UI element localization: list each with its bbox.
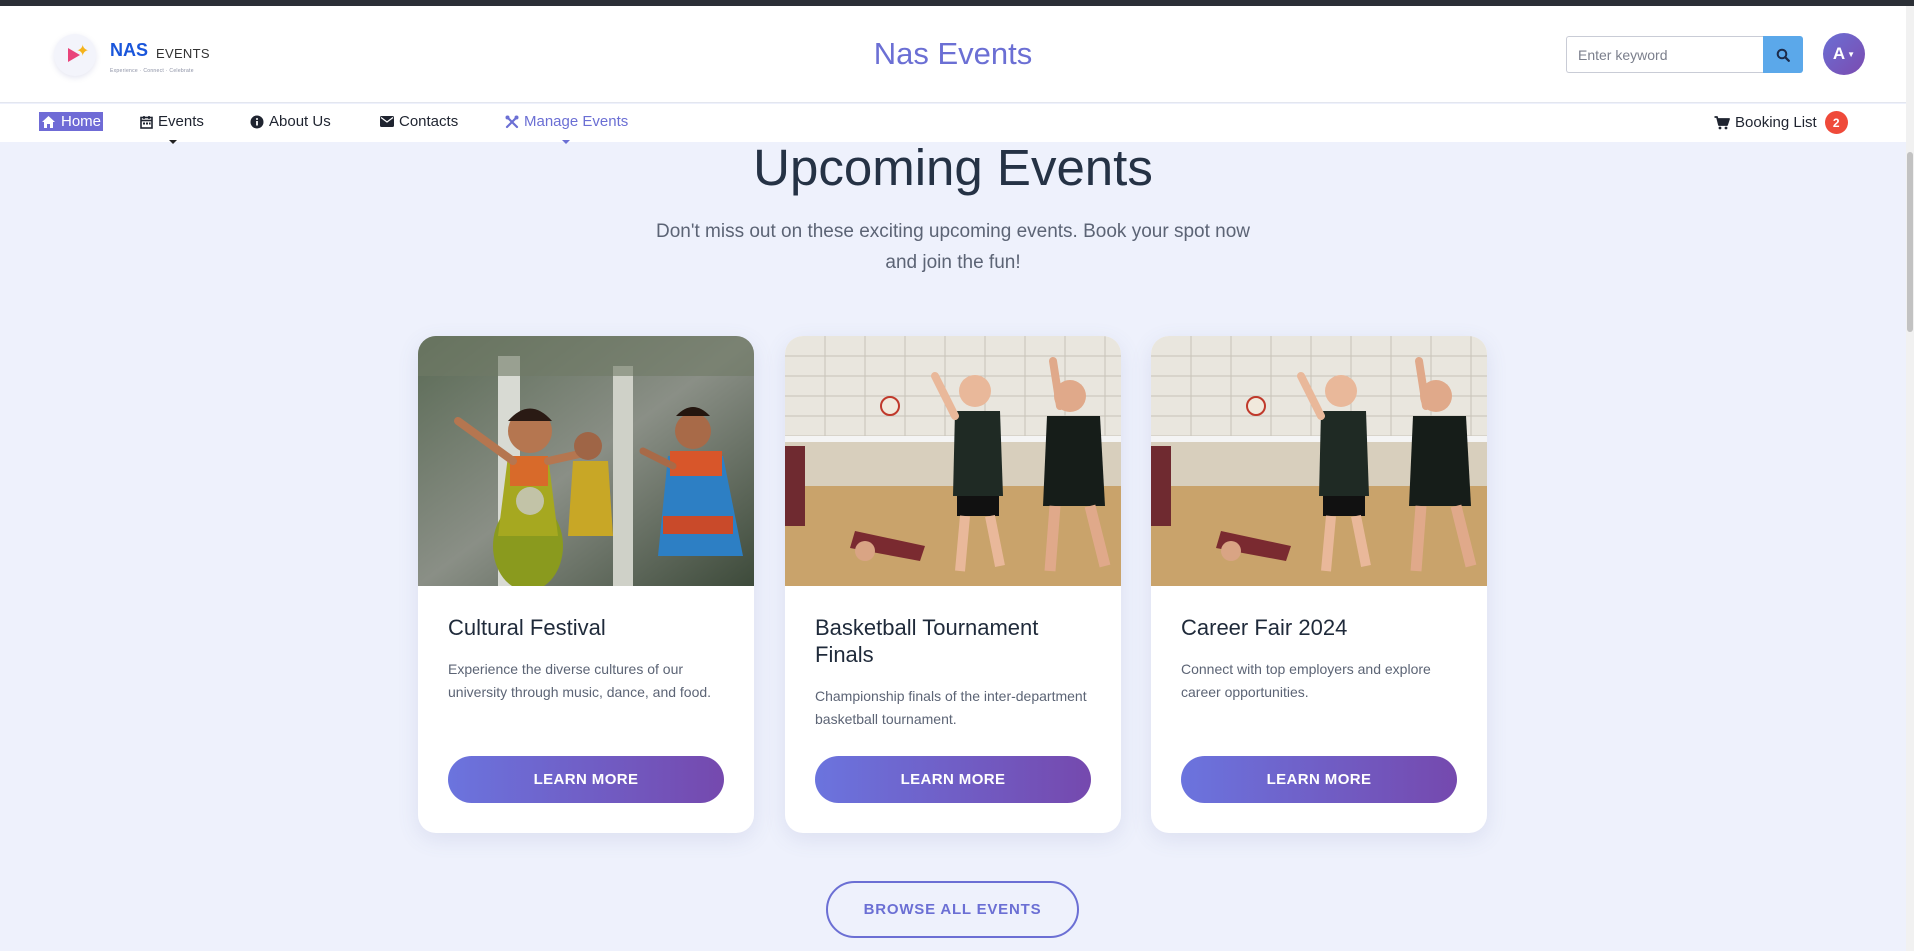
section-subtext: Don't miss out on these exciting upcomin… xyxy=(655,221,1250,273)
nav-item-label: Home xyxy=(61,113,102,130)
browse-all-events-button[interactable]: BROWSE ALL EVENTS xyxy=(826,881,1079,938)
search-button[interactable] xyxy=(1763,36,1803,73)
booking-list-label: Booking List xyxy=(1735,114,1817,131)
info-icon xyxy=(250,115,264,128)
booking-count-badge: 2 xyxy=(1824,111,1848,134)
event-image-volleyball[interactable] xyxy=(785,336,1121,586)
section-heading: Upcoming Events xyxy=(753,139,1153,196)
event-image-volleyball[interactable] xyxy=(1151,336,1487,586)
nav-item-label: About Us xyxy=(269,113,331,130)
nav-item-manage-events[interactable]: Manage Events xyxy=(505,113,628,130)
event-image-dancers[interactable] xyxy=(418,336,754,586)
event-title[interactable]: Cultural Festival xyxy=(448,614,728,641)
event-description: Championship finals of the inter-departm… xyxy=(815,688,1087,727)
nav-item-events[interactable]: Events xyxy=(140,113,204,130)
nav-item-home[interactable]: Home xyxy=(39,112,104,131)
search-icon xyxy=(1776,48,1790,62)
cart-icon xyxy=(1714,115,1730,129)
envelope-icon xyxy=(380,116,394,127)
user-avatar-menu[interactable]: A ▼ xyxy=(1823,33,1865,75)
site-header: ✦ NAS EVENTS Experience · Connect · Cele… xyxy=(0,6,1906,103)
page-scrollbar[interactable] xyxy=(1906,6,1914,951)
main-nav: Home Events About Us Contacts Manage Eve… xyxy=(0,104,1906,144)
learn-more-button[interactable]: LEARN MORE xyxy=(1181,756,1457,803)
learn-more-button[interactable]: LEARN MORE xyxy=(448,756,724,803)
calendar-icon xyxy=(140,115,153,129)
event-description: Connect with top employers and explore c… xyxy=(1181,661,1431,700)
nav-item-about[interactable]: About Us xyxy=(250,113,331,130)
learn-more-button[interactable]: LEARN MORE xyxy=(815,756,1091,803)
scrollbar-thumb[interactable] xyxy=(1907,152,1913,332)
nav-item-label: Contacts xyxy=(399,113,459,130)
booking-list-link[interactable]: Booking List 2 xyxy=(1714,111,1848,134)
tools-icon xyxy=(505,115,519,128)
avatar-initial: A xyxy=(1832,44,1846,63)
search-input[interactable] xyxy=(1566,36,1764,73)
event-title[interactable]: Basketball Tournament Finals xyxy=(815,614,1095,668)
nav-item-label: Manage Events xyxy=(524,113,629,130)
nav-item-contacts[interactable]: Contacts xyxy=(380,113,458,130)
event-card: Cultural Festival Experience the diverse… xyxy=(418,336,754,833)
event-description: Experience the diverse cultures of our u… xyxy=(448,661,712,700)
caret-down-icon: ▼ xyxy=(1847,49,1856,59)
home-icon xyxy=(42,115,55,128)
event-title[interactable]: Career Fair 2024 xyxy=(1181,614,1461,641)
nav-item-label: Events xyxy=(158,113,204,130)
event-card: Basketball Tournament Finals Championshi… xyxy=(785,336,1121,833)
event-card: Career Fair 2024 Connect with top employ… xyxy=(1151,336,1487,833)
